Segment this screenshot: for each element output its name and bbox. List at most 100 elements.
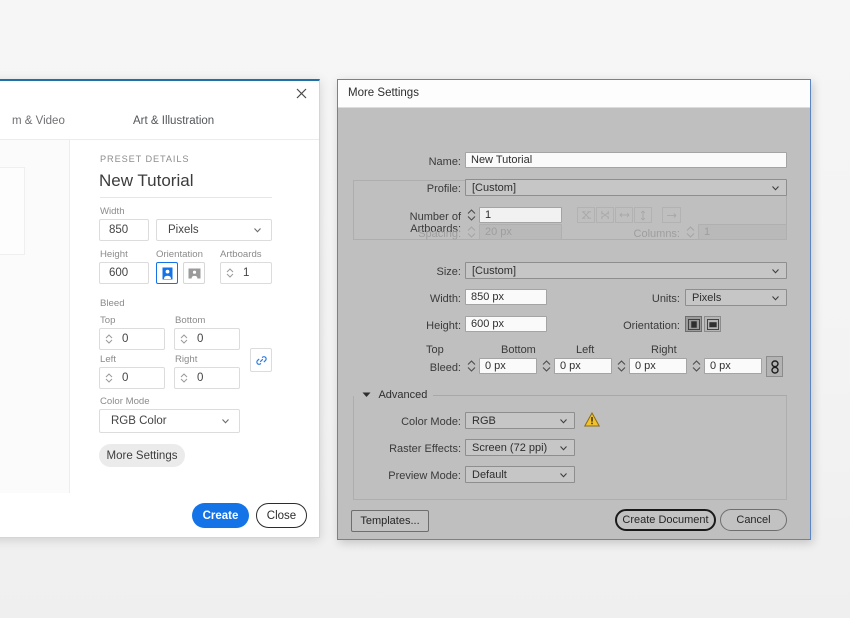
more-settings-button[interactable]: More Settings <box>99 444 185 467</box>
preview-mode-select-value: Default <box>472 468 507 481</box>
orientation-landscape-button[interactable] <box>183 262 205 284</box>
colormode-select[interactable]: RGB <box>465 412 575 429</box>
size-label: Size: <box>436 266 461 278</box>
landscape-icon <box>706 318 719 330</box>
tab-art-and-illustration[interactable]: Art & Illustration <box>133 115 214 127</box>
close-icon[interactable] <box>292 86 310 104</box>
create-document-button[interactable]: Create Document <box>615 509 716 531</box>
height-label: Height: <box>426 320 461 332</box>
tab-film-and-video[interactable]: m & Video <box>12 115 65 127</box>
units-select-value: Pixels <box>692 291 722 304</box>
orientation-portrait-button[interactable] <box>156 262 178 284</box>
units-label: Units: <box>651 293 680 305</box>
size-select[interactable]: [Custom] <box>465 262 787 279</box>
bleed-right-label: Right <box>175 354 198 365</box>
bleed-left-label: Left <box>100 354 117 365</box>
orientation-landscape-button[interactable] <box>704 316 721 332</box>
preset-name-underline <box>100 197 272 198</box>
preset-details-pane: PRESET DETAILS New Tutorial Width 850 Pi… <box>70 140 319 493</box>
bleed-top-value: 0 <box>122 333 129 345</box>
preview-mode-select[interactable]: Default <box>465 466 575 483</box>
width-input[interactable]: 850 px <box>465 289 547 305</box>
templates-button[interactable]: Templates... <box>351 510 429 532</box>
artboards-stepper-arrows-icon[interactable] <box>466 207 477 223</box>
bleed-top-label: Top <box>426 344 444 356</box>
bleed-top-input[interactable]: 0 px <box>479 358 537 374</box>
link-chain-icon <box>770 359 779 374</box>
portrait-icon <box>687 318 700 330</box>
height-input[interactable]: 600 <box>99 262 149 284</box>
colormode-label: Color Mode <box>100 396 150 407</box>
chevron-down-icon <box>771 183 780 192</box>
bleed-left-stepper-arrows-icon[interactable] <box>616 358 627 374</box>
bleed-right-input[interactable]: 0 px <box>704 358 762 374</box>
chevron-down-icon <box>253 226 262 235</box>
bleed-bottom-stepper-arrows-icon[interactable] <box>541 358 552 374</box>
width-input[interactable]: 850 <box>99 219 149 241</box>
name-input[interactable]: New Tutorial <box>465 152 787 168</box>
bleed-left-stepper[interactable]: 0 <box>99 367 165 389</box>
profile-select[interactable]: [Custom] <box>465 179 787 196</box>
bleed-right-value: 0 <box>197 372 204 384</box>
bleed-top-label: Top <box>100 315 116 326</box>
height-input[interactable]: 600 px <box>465 316 547 332</box>
chevron-down-icon <box>771 266 780 275</box>
raster-effects-label: Raster Effects: <box>389 443 461 455</box>
portrait-icon <box>162 267 172 279</box>
bleed-right-stepper[interactable]: 0 <box>174 367 240 389</box>
bleed-right-stepper-arrows-icon[interactable] <box>691 358 702 374</box>
create-button[interactable]: Create <box>192 503 249 528</box>
profile-label: Profile: <box>426 183 461 195</box>
new-document-tabs: m & Video Art & Illustration <box>0 111 319 140</box>
bleed-top-stepper-arrows-icon[interactable] <box>466 358 477 374</box>
close-button[interactable]: Close <box>256 503 307 528</box>
stepper-arrows-icon[interactable] <box>175 368 193 388</box>
artboards-stepper[interactable]: 1 <box>220 262 272 284</box>
chevron-down-icon <box>771 293 780 302</box>
bleed-bottom-stepper[interactable]: 0 <box>174 328 240 350</box>
preset-name-input[interactable]: New Tutorial <box>99 171 193 191</box>
bleed-bottom-label: Bottom <box>175 315 206 326</box>
bleed-left-value: 0 <box>122 372 129 384</box>
units-select-value: Pixels <box>168 224 199 236</box>
units-select[interactable]: Pixels <box>685 289 787 306</box>
bleed-label: Bleed <box>100 298 125 309</box>
artboards-value: 1 <box>243 267 250 279</box>
right-to-left-icon <box>662 207 681 223</box>
orientation-portrait-button[interactable] <box>685 316 702 332</box>
bleed-left-input[interactable]: 0 px <box>629 358 687 374</box>
size-select-value: [Custom] <box>472 264 517 277</box>
chevron-down-icon <box>221 417 230 426</box>
bleed-link-button[interactable] <box>250 348 272 372</box>
artboards-input[interactable]: 1 <box>479 207 562 223</box>
bleed-top-stepper[interactable]: 0 <box>99 328 165 350</box>
chevron-down-icon <box>559 416 568 425</box>
new-document-footer: Create Close <box>0 493 319 537</box>
bleed-right-label: Right <box>651 344 677 356</box>
colormode-select[interactable]: RGB Color <box>99 409 240 433</box>
stepper-arrows-icon[interactable] <box>100 368 118 388</box>
cancel-button[interactable]: Cancel <box>720 509 787 531</box>
more-settings-titlebar: More Settings <box>338 80 810 108</box>
units-select[interactable]: Pixels <box>156 219 272 241</box>
template-thumbnail[interactable] <box>0 167 25 255</box>
raster-effects-select[interactable]: Screen (72 ppi) <box>465 439 575 456</box>
colormode-select-value: RGB Color <box>111 415 167 427</box>
arrange-by-column-icon <box>634 207 652 223</box>
new-document-dialog: m & Video Art & Illustration PRESET DETA… <box>0 79 320 538</box>
chevron-down-icon <box>559 443 568 452</box>
stepper-arrows-icon[interactable] <box>175 329 193 349</box>
bleed-link-button[interactable] <box>766 356 783 377</box>
bleed-bottom-input[interactable]: 0 px <box>554 358 612 374</box>
raster-effects-select-value: Screen (72 ppi) <box>472 441 548 454</box>
columns-input: 1 <box>698 224 787 240</box>
profile-select-value: [Custom] <box>472 181 517 194</box>
stepper-arrows-icon[interactable] <box>100 329 118 349</box>
stepper-arrows-icon[interactable] <box>221 263 239 283</box>
artboards-label: Artboards <box>220 249 262 260</box>
more-settings-title: More Settings <box>348 87 419 99</box>
chevron-down-icon <box>559 470 568 479</box>
bleed-bottom-value: 0 <box>197 333 204 345</box>
new-document-titlebar <box>0 81 319 111</box>
bleed-bottom-label: Bottom <box>501 344 536 356</box>
